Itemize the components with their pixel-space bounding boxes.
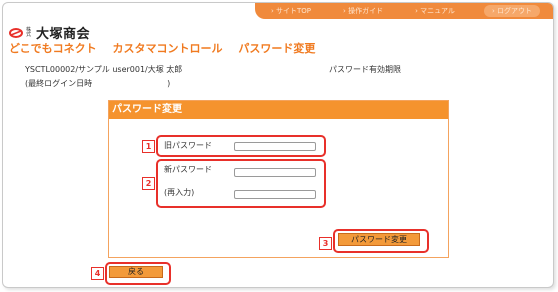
confirm-password-label: (再入力) [164,188,195,197]
back-button[interactable]: 戻る [109,266,163,278]
old-password-label: 旧パスワード [164,141,212,150]
marker-2: 2 [142,177,155,190]
user-info: YSCTL00002/サンプル user001/大塚 太郎 [25,65,183,74]
nav-operation-guide-link[interactable]: › 操作ガイド [340,6,386,16]
confirm-password-input[interactable] [234,190,316,199]
top-navigation: › サイトTOP › 操作ガイド › マニュアル › ログアウト [255,3,553,19]
nav-site-top-link[interactable]: › サイトTOP [268,6,314,16]
logo-kabushiki: 株式 [26,26,32,38]
new-password-label: 新パスワード [164,165,212,174]
last-login: (最終ログイン日時) [25,78,170,89]
last-login-label: (最終ログイン日時 [25,79,93,88]
change-password-button[interactable]: パスワード変更 [338,233,420,246]
nav-logout-link[interactable]: › ログアウト [483,5,540,17]
last-login-close: ) [167,79,171,88]
new-password-input[interactable] [234,168,316,177]
title-module: カスタマコントロール [112,42,223,55]
marker-3: 3 [319,237,332,250]
logo-mark-icon [9,27,23,38]
password-expiry-label: パスワード有効期限 [329,65,401,74]
window-frame: › サイトTOP › 操作ガイド › マニュアル › ログアウト 株式 大塚商会… [2,2,554,288]
marker-1: 1 [142,140,155,153]
password-change-panel: パスワード変更 1 旧パスワード 2 新パスワード (再入力) 3 パスワード変… [108,100,449,258]
title-product: どこでもコネクト [9,42,97,55]
panel-title: パスワード変更 [109,101,448,119]
marker-4: 4 [91,267,104,280]
title-page: パスワード変更 [238,42,316,55]
old-password-input[interactable] [234,142,316,151]
page-title: どこでもコネクト カスタマコントロール パスワード変更 [9,40,327,56]
nav-manual-link[interactable]: › マニュアル [412,6,458,16]
